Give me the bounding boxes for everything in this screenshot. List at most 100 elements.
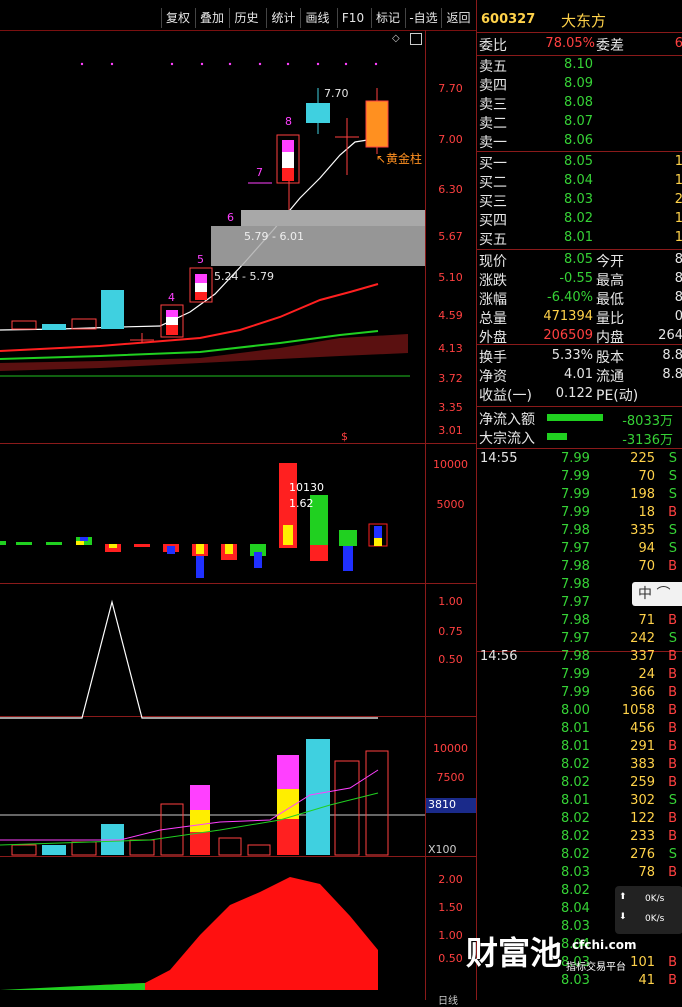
vol2-bar — [42, 845, 66, 855]
tick-price: 7.98 — [561, 523, 590, 538]
order-label: 卖一 — [479, 135, 507, 151]
toolbar-button-1[interactable]: 叠加 — [195, 8, 228, 28]
tick-volume: 302 — [630, 793, 655, 808]
tick-volume: 94 — [638, 541, 655, 556]
vol-bar — [76, 541, 84, 545]
order-volume: 1 — [674, 154, 682, 169]
tick-price: 7.97 — [561, 595, 590, 610]
order-price: 8.07 — [564, 114, 593, 129]
stat-value: 5.33% — [551, 348, 593, 363]
stat-value: 0.122 — [555, 386, 593, 401]
tick-price: 8.02 — [561, 757, 590, 772]
order-label: 买四 — [479, 213, 507, 229]
toolbar-button-2[interactable]: 历史 — [229, 8, 263, 28]
toolbar-button-8[interactable]: 返回 — [441, 8, 475, 28]
tick-volume: 291 — [630, 739, 655, 754]
toolbar-button-6[interactable]: 标记 — [371, 8, 404, 28]
diamond-icon[interactable]: ◇ — [392, 33, 400, 44]
quote-panel: 600327 大东方 委比 78.05% 委差 6 卖五 8.10 卖四 8.09 卖三… — [476, 0, 682, 1000]
tick-volume: 233 — [630, 829, 655, 844]
download-icon: ⬇ — [619, 912, 627, 922]
toolbar-button-7[interactable]: -自选 — [405, 8, 441, 28]
vol-bar — [254, 552, 262, 568]
order-row: 买四 8.02 1 — [477, 210, 682, 229]
vol-ratio-label: 1.62 — [289, 497, 314, 510]
candle-fill — [195, 274, 207, 283]
toolbar-button-5[interactable]: F10 — [337, 8, 368, 28]
vol-bar — [310, 545, 328, 561]
toolbar-button-0[interactable]: 复权 — [161, 8, 194, 28]
tick-price: 7.98 — [561, 649, 590, 664]
order-label: 买一 — [479, 156, 507, 172]
tick-direction: B — [668, 757, 677, 772]
wave-label: 7 — [256, 166, 263, 179]
chart-toolbar: 复权 叠加 历史 统计 画线 F10 标记 -自选 返回 — [0, 0, 476, 31]
vol2-bar — [190, 810, 210, 832]
tick-price: 7.99 — [561, 487, 590, 502]
flow-row: 净流入额 -8033万 — [477, 409, 682, 429]
stat-row: 现价 8.05 今开 8 — [477, 251, 682, 270]
vol-bar — [0, 541, 6, 545]
order-price: 8.06 — [564, 133, 593, 148]
stat-label-2: 最高 — [596, 273, 624, 289]
flow-value: -3136万 — [622, 433, 673, 448]
tick-direction: B — [668, 703, 677, 718]
tick-price: 8.03 — [561, 865, 590, 880]
order-row: 买三 8.03 2 — [477, 191, 682, 210]
stat-label: 净资 — [479, 369, 507, 385]
order-volume: 2 — [674, 192, 682, 207]
flow-bar — [547, 414, 603, 421]
order-label: 卖三 — [479, 97, 507, 113]
tick-time: 14:56 — [480, 649, 518, 664]
tick-direction: B — [668, 955, 677, 970]
tick-direction: B — [668, 685, 677, 700]
tick-row: 8.02 122 B — [477, 811, 682, 829]
vol-bar — [16, 542, 32, 545]
stat-value-2: 8.8 — [662, 348, 682, 363]
price-zone-b — [241, 210, 425, 226]
vol2-bar — [365, 750, 389, 856]
flow-bar — [547, 433, 567, 440]
tick-row: 7.98 335 S — [477, 523, 682, 541]
stat-row: 换手 5.33% 股本 8.8 — [477, 347, 682, 366]
watermark-sub: 指标交易平台 — [566, 962, 626, 973]
vol2-bar — [306, 739, 330, 855]
tick-price: 7.98 — [561, 613, 590, 628]
order-label: 买二 — [479, 175, 507, 191]
tick-volume: 276 — [630, 847, 655, 862]
axis-tick-label: 10000 — [433, 742, 468, 755]
stat-row: 涨跌 -0.55 最高 8 — [477, 270, 682, 289]
tick-price: 8.03 — [561, 973, 590, 988]
tick-direction: B — [668, 559, 677, 574]
toolbar-button-3[interactable]: 统计 — [266, 8, 300, 28]
stat-row: 涨幅 -6.40% 最低 8 — [477, 289, 682, 308]
toolbar-button-4[interactable]: 画线 — [300, 8, 334, 28]
range-label: 5.24 - 5.79 — [214, 270, 274, 283]
tick-direction: B — [668, 865, 677, 880]
panel-toggle-icon[interactable] — [410, 33, 422, 45]
axis-tick-label: 7.00 — [438, 133, 463, 146]
volume-panel-2 — [0, 739, 425, 856]
area-red — [100, 877, 378, 990]
candle-fill — [282, 140, 294, 152]
tick-direction: B — [668, 973, 677, 988]
tick-direction: S — [668, 847, 677, 862]
vol-bar — [225, 544, 233, 554]
axis-tick-label: 3.72 — [438, 372, 463, 385]
stat-label-2: 股本 — [596, 350, 624, 366]
stat-label: 涨跌 — [479, 273, 507, 289]
order-label: 买三 — [479, 194, 507, 210]
tick-row: 7.97 242 S — [477, 631, 682, 649]
ime-indicator[interactable]: 中 ⌒ — [632, 582, 682, 606]
tick-time: 14:55 — [480, 451, 518, 466]
tick-price: 7.99 — [561, 469, 590, 484]
vol-bar — [339, 530, 357, 546]
axis-tick-label: 4.13 — [438, 342, 463, 355]
tick-row: 7.97 94 S — [477, 541, 682, 559]
axis-tick-label: 3.01 — [438, 424, 463, 437]
candle — [365, 100, 389, 148]
stat-label: 总量 — [479, 311, 507, 327]
tick-row: 8.02 383 B — [477, 757, 682, 775]
stat-label: 涨幅 — [479, 292, 507, 308]
order-volume: 1 — [674, 211, 682, 226]
